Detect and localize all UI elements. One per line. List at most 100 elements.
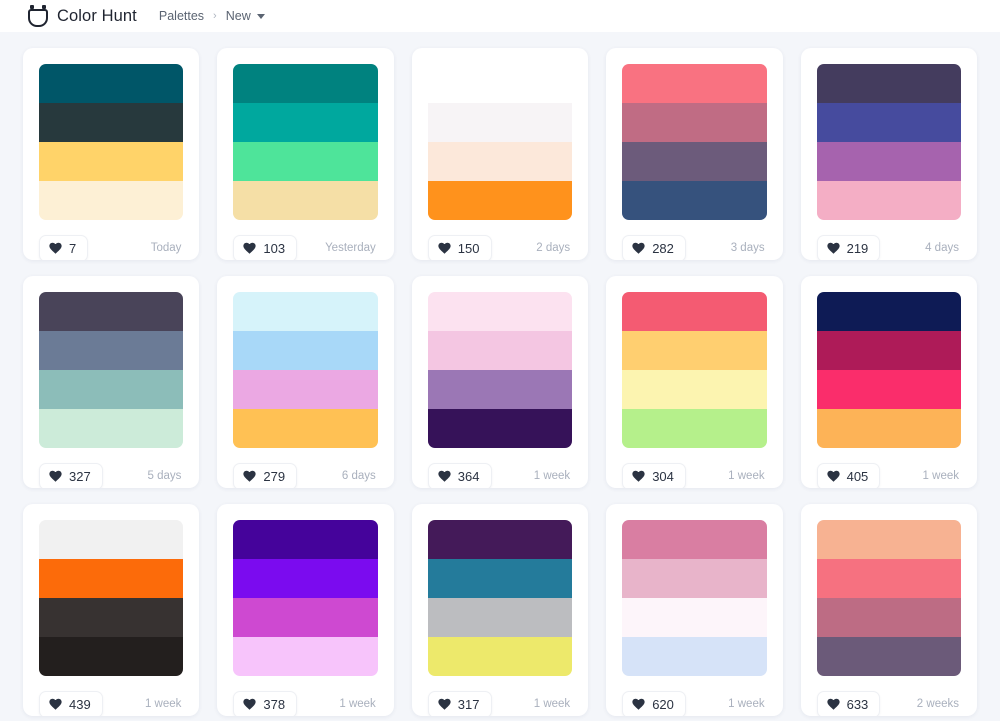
palette-swatches[interactable]: [428, 292, 572, 448]
color-swatch[interactable]: [622, 103, 766, 142]
palette-swatches[interactable]: [817, 292, 961, 448]
palette-card[interactable]: 3275 days: [23, 276, 199, 488]
palette-card[interactable]: 3041 week: [606, 276, 782, 488]
like-button[interactable]: 317: [428, 691, 492, 717]
palette-card[interactable]: 2194 days: [801, 48, 977, 260]
color-swatch[interactable]: [39, 331, 183, 370]
color-swatch[interactable]: [428, 370, 572, 409]
color-swatch[interactable]: [622, 181, 766, 220]
color-swatch[interactable]: [39, 370, 183, 409]
palette-card[interactable]: 1502 days: [412, 48, 588, 260]
color-swatch[interactable]: [39, 292, 183, 331]
color-swatch[interactable]: [817, 331, 961, 370]
like-button[interactable]: 327: [39, 463, 103, 489]
color-swatch[interactable]: [817, 181, 961, 220]
palette-card[interactable]: 2796 days: [217, 276, 393, 488]
color-swatch[interactable]: [39, 409, 183, 448]
color-swatch[interactable]: [622, 637, 766, 676]
color-swatch[interactable]: [817, 409, 961, 448]
palette-swatches[interactable]: [622, 520, 766, 676]
like-button[interactable]: 279: [233, 463, 297, 489]
color-swatch[interactable]: [233, 181, 377, 220]
like-button[interactable]: 304: [622, 463, 686, 489]
palette-swatches[interactable]: [817, 520, 961, 676]
like-button[interactable]: 633: [817, 691, 881, 717]
palette-swatches[interactable]: [39, 64, 183, 220]
color-swatch[interactable]: [817, 520, 961, 559]
color-swatch[interactable]: [39, 142, 183, 181]
like-button[interactable]: 439: [39, 691, 103, 717]
color-swatch[interactable]: [233, 64, 377, 103]
color-swatch[interactable]: [817, 598, 961, 637]
color-swatch[interactable]: [233, 292, 377, 331]
color-swatch[interactable]: [39, 181, 183, 220]
palette-card[interactable]: 103Yesterday: [217, 48, 393, 260]
color-swatch[interactable]: [428, 142, 572, 181]
color-swatch[interactable]: [817, 370, 961, 409]
like-button[interactable]: 378: [233, 691, 297, 717]
color-swatch[interactable]: [233, 370, 377, 409]
palette-card[interactable]: 6201 week: [606, 504, 782, 716]
palette-card[interactable]: 2823 days: [606, 48, 782, 260]
like-button[interactable]: 219: [817, 235, 881, 261]
palette-swatches[interactable]: [817, 64, 961, 220]
color-swatch[interactable]: [233, 142, 377, 181]
breadcrumb-palettes[interactable]: Palettes: [159, 9, 204, 23]
like-button[interactable]: 103: [233, 235, 297, 261]
color-swatch[interactable]: [428, 64, 572, 103]
like-button[interactable]: 150: [428, 235, 492, 261]
color-swatch[interactable]: [428, 520, 572, 559]
palette-swatches[interactable]: [39, 292, 183, 448]
color-swatch[interactable]: [622, 64, 766, 103]
color-swatch[interactable]: [622, 292, 766, 331]
palette-swatches[interactable]: [233, 64, 377, 220]
palette-swatches[interactable]: [622, 64, 766, 220]
like-button[interactable]: 405: [817, 463, 881, 489]
color-swatch[interactable]: [428, 409, 572, 448]
color-swatch[interactable]: [817, 64, 961, 103]
color-swatch[interactable]: [428, 103, 572, 142]
color-swatch[interactable]: [817, 292, 961, 331]
color-swatch[interactable]: [233, 103, 377, 142]
palette-swatches[interactable]: [622, 292, 766, 448]
color-swatch[interactable]: [622, 520, 766, 559]
color-swatch[interactable]: [428, 598, 572, 637]
color-swatch[interactable]: [39, 64, 183, 103]
color-swatch[interactable]: [39, 598, 183, 637]
palette-card[interactable]: 6332 weeks: [801, 504, 977, 716]
color-swatch[interactable]: [817, 103, 961, 142]
palette-card[interactable]: 4391 week: [23, 504, 199, 716]
palette-swatches[interactable]: [233, 520, 377, 676]
color-swatch[interactable]: [233, 637, 377, 676]
brand-title[interactable]: Color Hunt: [57, 7, 137, 26]
color-swatch[interactable]: [428, 292, 572, 331]
color-swatch[interactable]: [233, 559, 377, 598]
colorhunt-shield-logo[interactable]: [28, 5, 48, 27]
color-swatch[interactable]: [622, 370, 766, 409]
color-swatch[interactable]: [817, 637, 961, 676]
color-swatch[interactable]: [428, 181, 572, 220]
like-button[interactable]: 7: [39, 235, 88, 261]
breadcrumb-new-dropdown[interactable]: New: [226, 9, 265, 23]
color-swatch[interactable]: [622, 409, 766, 448]
color-swatch[interactable]: [817, 142, 961, 181]
color-swatch[interactable]: [39, 559, 183, 598]
like-button[interactable]: 620: [622, 691, 686, 717]
color-swatch[interactable]: [233, 520, 377, 559]
like-button[interactable]: 282: [622, 235, 686, 261]
like-button[interactable]: 364: [428, 463, 492, 489]
color-swatch[interactable]: [39, 103, 183, 142]
palette-card[interactable]: 4051 week: [801, 276, 977, 488]
color-swatch[interactable]: [428, 637, 572, 676]
color-swatch[interactable]: [39, 520, 183, 559]
color-swatch[interactable]: [622, 142, 766, 181]
palette-swatches[interactable]: [39, 520, 183, 676]
color-swatch[interactable]: [233, 598, 377, 637]
color-swatch[interactable]: [817, 559, 961, 598]
palette-card[interactable]: 3641 week: [412, 276, 588, 488]
palette-card[interactable]: 3171 week: [412, 504, 588, 716]
palette-card[interactable]: 7Today: [23, 48, 199, 260]
color-swatch[interactable]: [39, 637, 183, 676]
color-swatch[interactable]: [622, 598, 766, 637]
color-swatch[interactable]: [233, 409, 377, 448]
